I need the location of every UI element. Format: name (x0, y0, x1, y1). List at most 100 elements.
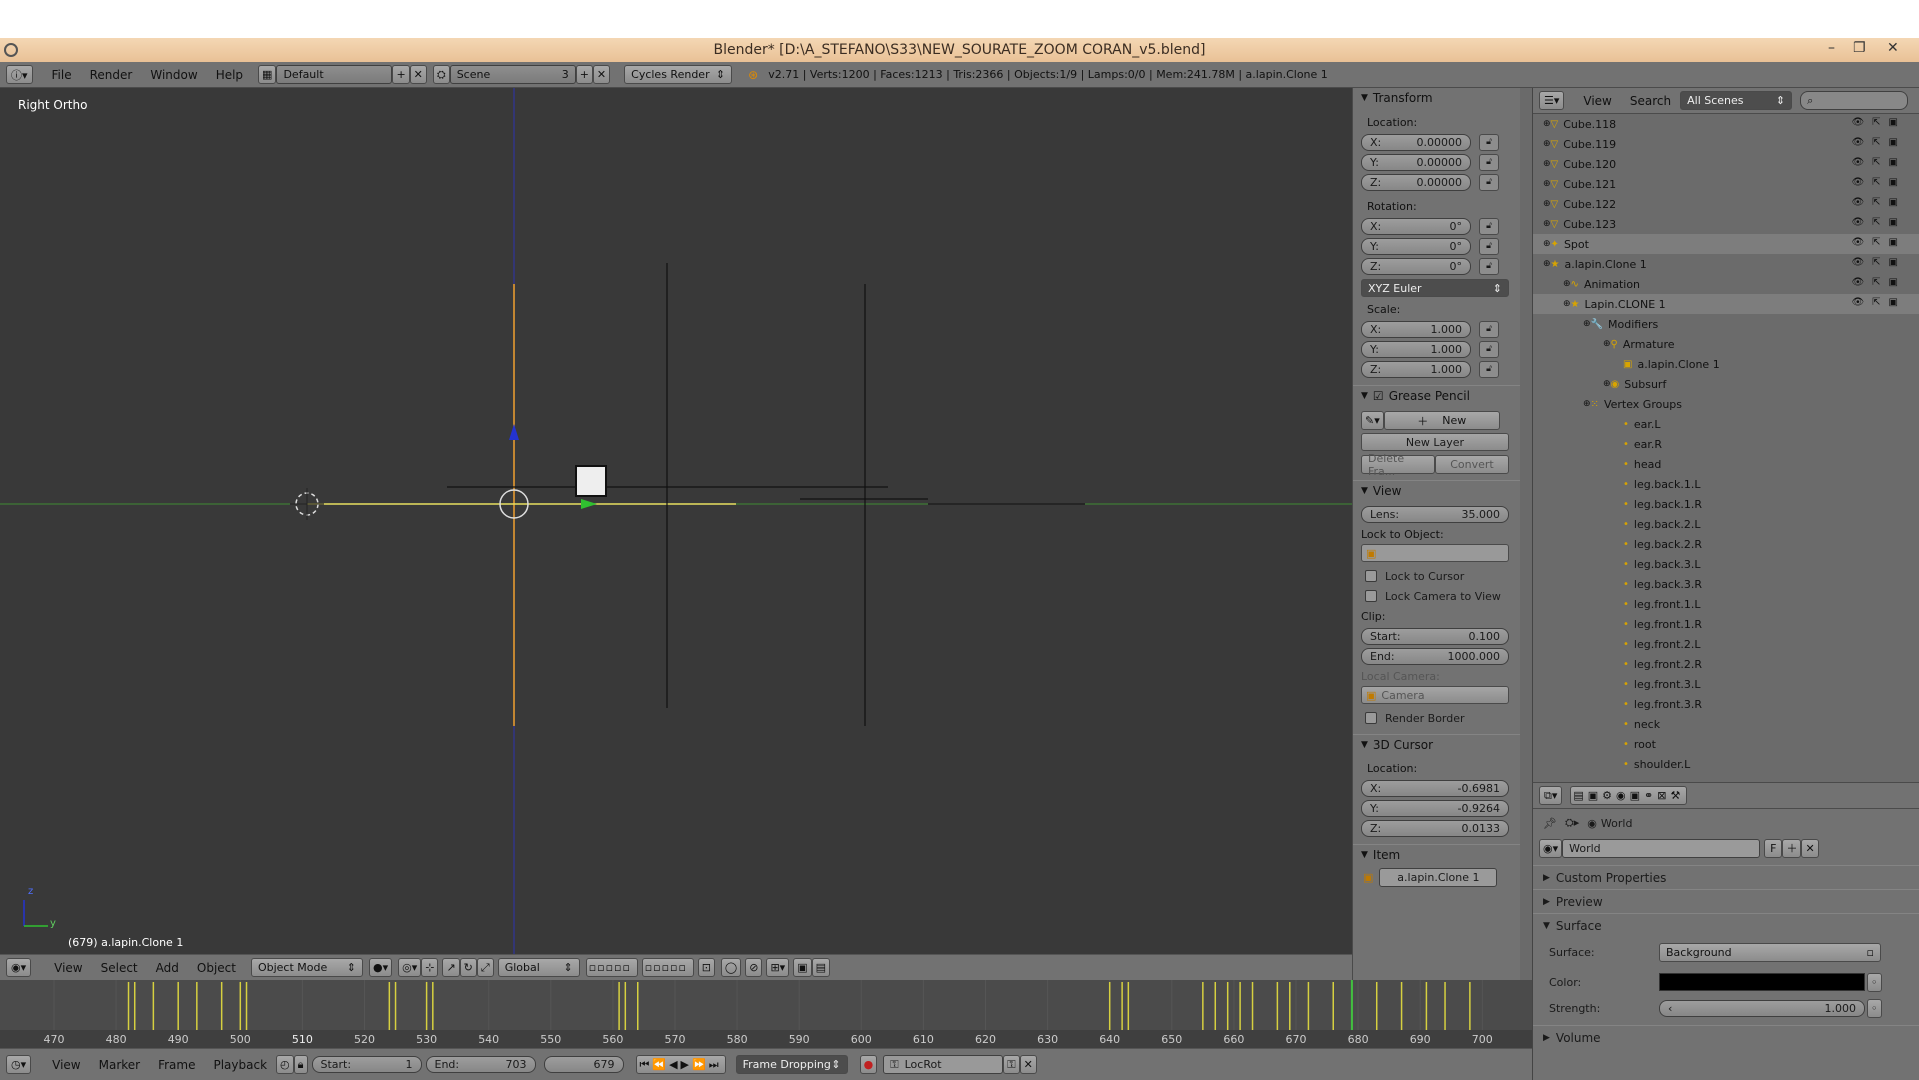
grease-new-button[interactable]: ＋ New (1383, 411, 1500, 430)
visibility-icons[interactable]: 👁︎⇱▣ (1851, 297, 1906, 308)
scene-field[interactable]: Scene 3 (449, 65, 576, 84)
pencil-icon[interactable]: ✎▾ (1361, 411, 1384, 430)
outliner-row[interactable]: ⊕ 🔧 Modifiers (1533, 314, 1919, 334)
checkbox[interactable] (1365, 570, 1377, 582)
world-name-field[interactable]: World (1562, 838, 1761, 858)
rot-z-field[interactable]: Z: 0° (1361, 257, 1471, 275)
custom-properties-section[interactable]: ▶ Custom Properties (1533, 865, 1919, 889)
render-engine-select[interactable]: Cycles Render ⇕ (624, 65, 733, 84)
outliner-row[interactable]: ⊕ ◉ Subsurf (1533, 374, 1919, 394)
cursor-panel-header[interactable]: ▼ 3D Cursor (1353, 734, 1532, 754)
insert-key-icon[interactable]: ⚿ (1003, 1055, 1020, 1074)
expand-icon[interactable]: ⊕ (1583, 319, 1591, 329)
mode-select[interactable]: Object Mode ⇕ (250, 958, 363, 977)
lock-object-field[interactable]: ▣ (1361, 544, 1509, 562)
outliner-row[interactable]: • leg.back.1.R (1533, 494, 1919, 514)
cursor-z-field[interactable]: Z: 0.0133 (1361, 819, 1509, 837)
lock-icon[interactable]: 🔓︎ (1479, 133, 1499, 151)
outliner-row[interactable]: • ear.R (1533, 434, 1919, 454)
scale-x-field[interactable]: X: 1.000 (1361, 320, 1471, 338)
outliner-row[interactable]: • leg.back.2.R (1533, 534, 1919, 554)
spot-lamp-icon[interactable] (575, 465, 607, 497)
outliner-row[interactable]: ⊕ ∿ Animation 👁︎⇱▣ (1533, 274, 1919, 294)
opengl-anim-icon[interactable]: ▤ (811, 958, 830, 977)
item-panel-header[interactable]: ▼ Item (1353, 844, 1532, 864)
outliner-row[interactable]: • leg.back.2.L (1533, 514, 1919, 534)
rotate-icon[interactable]: ↻ (459, 958, 477, 977)
snap-element-icon[interactable]: ⊞▾ (766, 958, 790, 977)
manipulator-icon[interactable]: ⊹ (421, 958, 439, 977)
visibility-icons[interactable]: 👁︎⇱▣ (1851, 177, 1906, 188)
cursor-x-field[interactable]: X: -0.6981 (1361, 779, 1509, 797)
convert-button[interactable]: Convert (1435, 455, 1509, 474)
local-camera-field[interactable]: ▣ Camera (1361, 686, 1509, 704)
scale-z-field[interactable]: Z: 1.000 (1361, 360, 1471, 378)
timeline-editor-type-icon[interactable]: ◷▾ (6, 1055, 32, 1074)
checkbox[interactable] (1365, 712, 1377, 724)
timeline-menu-frame[interactable]: Frame (149, 1058, 204, 1072)
view3d-menu-view[interactable]: View (45, 961, 91, 975)
outliner-row[interactable]: • leg.back.3.L (1533, 554, 1919, 574)
lock-icon[interactable]: 🔓︎ (1479, 217, 1499, 235)
checkbox-icon[interactable]: ☑ (1373, 389, 1384, 403)
proportional-icon[interactable]: ◯ (720, 958, 742, 977)
loc-y-field[interactable]: Y: 0.00000 (1361, 153, 1471, 171)
translate-icon[interactable]: ↗ (442, 958, 460, 977)
outliner-row[interactable]: • leg.back.3.R (1533, 574, 1919, 594)
view3d-editor-type-icon[interactable]: ◉▾ (6, 958, 32, 977)
lock-cursor-check[interactable]: Lock to Cursor (1353, 566, 1532, 586)
color-link-icon[interactable]: ◦ (1867, 972, 1882, 992)
outliner-search-input[interactable]: ⌕ (1800, 91, 1909, 110)
menu-help[interactable]: Help (207, 68, 252, 82)
outliner-row[interactable]: • leg.front.3.L (1533, 674, 1919, 694)
render-border-check[interactable]: Render Border (1353, 708, 1532, 728)
outliner-row[interactable]: • leg.front.2.L (1533, 634, 1919, 654)
volume-section[interactable]: ▶ Volume (1533, 1025, 1919, 1049)
outliner-row[interactable]: ⊕ ▽ Cube.121 👁︎⇱▣ (1533, 174, 1919, 194)
color-swatch[interactable] (1659, 973, 1865, 991)
visibility-icons[interactable]: 👁︎⇱▣ (1851, 257, 1906, 268)
z-arrow[interactable] (509, 424, 519, 440)
lock-range-icon[interactable]: 🔒︎ (293, 1055, 308, 1074)
sync-select[interactable]: Frame Dropping ⇕ (735, 1055, 848, 1074)
strength-link-icon[interactable]: ◦ (1867, 998, 1882, 1018)
expand-icon[interactable]: ⊕ (1543, 219, 1551, 229)
expand-icon[interactable]: ⊕ (1563, 279, 1571, 289)
expand-icon[interactable]: ⊕ (1543, 139, 1551, 149)
lock-icon[interactable]: 🔓︎ (1479, 237, 1499, 255)
lock-icon[interactable]: 🔓︎ (1479, 173, 1499, 191)
playback-controls[interactable]: ⏮⏪◀▶⏩⏭ (635, 1055, 726, 1074)
editor-type-icon[interactable]: ⓘ▾ (6, 65, 33, 84)
expand-icon[interactable]: ⊕ (1603, 379, 1611, 389)
end-frame-field[interactable]: End: 703 (425, 1056, 536, 1073)
current-frame-field[interactable]: 679 (543, 1056, 624, 1073)
expand-icon[interactable]: ⊕ (1563, 299, 1571, 309)
transform-panel-header[interactable]: ▼ Transform (1353, 88, 1532, 108)
screen-layout-icon[interactable]: ▦ (258, 65, 277, 84)
properties-editor-type-icon[interactable]: ⧉▾ (1539, 786, 1563, 805)
visibility-icons[interactable]: 👁︎⇱▣ (1851, 237, 1906, 248)
rotation-mode-select[interactable]: XYZ Euler ⇕ (1361, 279, 1509, 297)
outliner-editor-type-icon[interactable]: ☰▾ (1539, 91, 1565, 110)
clip-end-field[interactable]: End: 1000.000 (1361, 647, 1509, 665)
scene-icon[interactable]: ⛭ (432, 65, 450, 84)
outliner-row[interactable]: ⊕ ▽ Cube.118 👁︎⇱▣ (1533, 114, 1919, 134)
outliner-row[interactable]: ⊕ ★ a.lapin.Clone 1 👁︎⇱▣ (1533, 254, 1919, 274)
outliner-row[interactable]: • neck (1533, 714, 1919, 734)
y-arrow[interactable] (581, 499, 597, 509)
outliner-row[interactable]: ▣ a.lapin.Clone 1 (1533, 354, 1919, 374)
checkbox[interactable] (1365, 590, 1377, 602)
start-frame-field[interactable]: Start: 1 (311, 1056, 422, 1073)
outliner-menu-search[interactable]: Search (1621, 94, 1680, 108)
outliner-row[interactable]: ⊕ ▽ Cube.119 👁︎⇱▣ (1533, 134, 1919, 154)
clip-start-field[interactable]: Start: 0.100 (1361, 627, 1509, 645)
scale-y-field[interactable]: Y: 1.000 (1361, 340, 1471, 358)
minimize-icon[interactable]: – (1828, 40, 1835, 56)
outliner-row[interactable]: ⊕ ⁙ Vertex Groups (1533, 394, 1919, 414)
outliner-menu-view[interactable]: View (1574, 94, 1620, 108)
outliner-filter-select[interactable]: All Scenes ⇕ (1680, 91, 1793, 110)
grease-pencil-panel-header[interactable]: ▼ ☑ Grease Pencil (1353, 385, 1532, 405)
outliner-row[interactable]: • leg.back.1.L (1533, 474, 1919, 494)
remove-layout-icon[interactable]: ✕ (409, 65, 427, 84)
rot-x-field[interactable]: X: 0° (1361, 217, 1471, 235)
